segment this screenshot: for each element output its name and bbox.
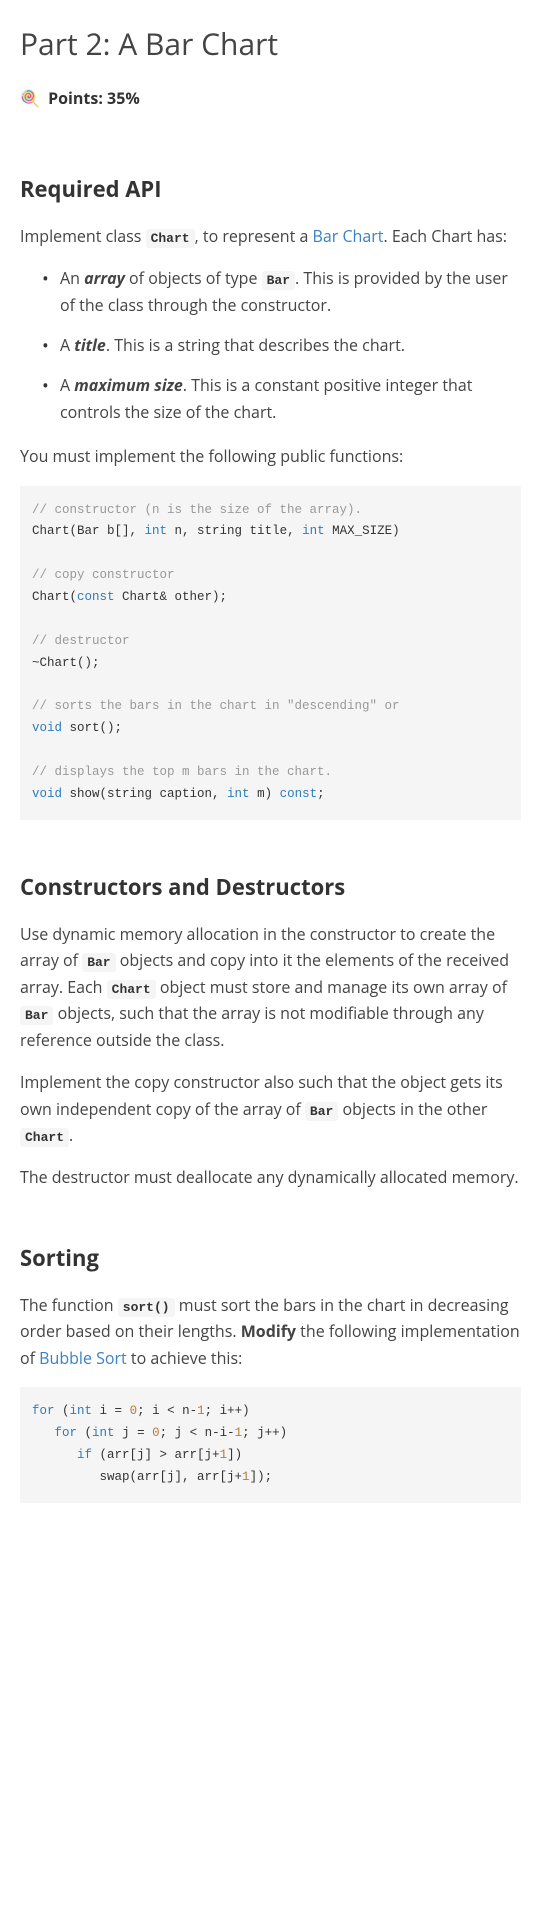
list-item: A maximum size. This is a constant posit… [60, 372, 521, 425]
points-text: Points: 35% [48, 87, 140, 109]
list-item: An array of objects of type Bar. This is… [60, 265, 521, 318]
heading-required-api: Required API [20, 172, 521, 207]
sorting-p1: The function sort() must sort the bars i… [20, 1292, 521, 1371]
constructors-p3: The destructor must deallocate any dynam… [20, 1164, 521, 1190]
list-item: A title. This is a string that describes… [60, 332, 521, 358]
code-block-sort: for (int i = 0; i < n-1; i++) for (int j… [20, 1387, 521, 1503]
required-api-para2: You must implement the following public … [20, 443, 521, 469]
code-chart: Chart [146, 229, 195, 248]
page-title: Part 2: A Bar Chart [20, 20, 521, 68]
heading-constructors: Constructors and Destructors [20, 870, 521, 905]
code-bar: Bar [305, 1102, 338, 1121]
code-chart: Chart [107, 980, 156, 999]
lollipop-icon: 🍭 [20, 87, 40, 109]
link-bar-chart[interactable]: Bar Chart [313, 225, 384, 247]
constructors-p2: Implement the copy constructor also such… [20, 1069, 521, 1148]
points-line: 🍭 Points: 35% [20, 86, 521, 112]
code-chart: Chart [20, 1128, 69, 1147]
link-bubble-sort[interactable]: Bubble Sort [39, 1347, 127, 1369]
code-bar: Bar [20, 1006, 53, 1025]
code-sort: sort() [118, 1298, 175, 1317]
required-api-intro: Implement class Chart, to represent a Ba… [20, 223, 521, 249]
code-bar: Bar [262, 271, 295, 290]
code-bar: Bar [82, 953, 115, 972]
heading-sorting: Sorting [20, 1241, 521, 1276]
constructors-p1: Use dynamic memory allocation in the con… [20, 921, 521, 1053]
feature-list: An array of objects of type Bar. This is… [20, 265, 521, 425]
code-block-api: // constructor (n is the size of the arr… [20, 486, 521, 820]
